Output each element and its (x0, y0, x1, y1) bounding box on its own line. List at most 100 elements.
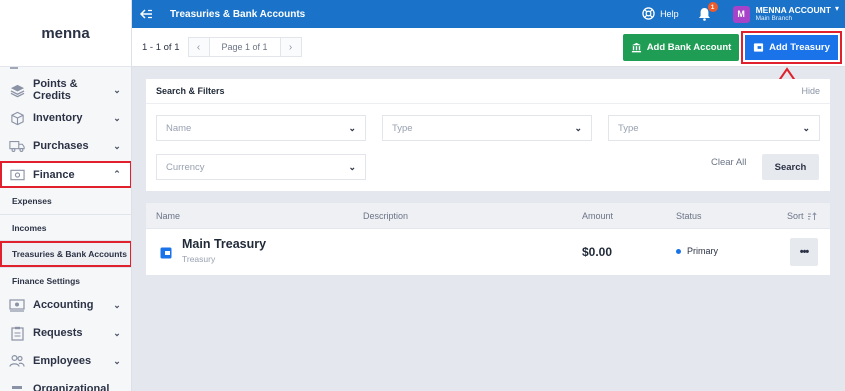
sidebar-item-finance[interactable]: Finance ⌃ (0, 161, 131, 188)
caret-down-icon[interactable]: ▾ (835, 4, 839, 13)
sort-button[interactable]: Sort (787, 211, 817, 221)
name-filter-select[interactable]: Name ⌄ (156, 115, 366, 141)
treasury-name[interactable]: Main Treasury (182, 237, 266, 251)
treasury-icon (160, 246, 172, 264)
lifebuoy-icon (642, 6, 655, 22)
help-button[interactable]: Help (642, 6, 679, 22)
toolbar: 1 - 1 of 1 ‹ Page 1 of 1 › Add Bank Acco… (132, 28, 845, 67)
collapse-sidebar-button[interactable] (132, 0, 160, 28)
sort-label: Sort (787, 211, 804, 221)
type-filter-placeholder: Type (618, 122, 639, 134)
status-badge: Primary (676, 246, 718, 256)
sidebar-item-purchases[interactable]: Purchases ⌄ (0, 132, 131, 160)
help-label: Help (660, 9, 679, 19)
clipboard-icon (8, 324, 26, 342)
sidebar-item-label: Inventory (33, 112, 83, 124)
table-row[interactable]: Main Treasury Treasury $0.00 Primary ••• (146, 229, 830, 275)
sidebar-subitem-treasuries[interactable]: Treasuries & Bank Accounts (0, 241, 131, 267)
add-treasury-button[interactable]: Add Treasury (741, 31, 842, 64)
topbar: Treasuries & Bank Accounts Help 1 M MENN… (132, 0, 845, 28)
chevron-up-icon: ⌃ (113, 169, 121, 179)
chevron-down-icon: ⌄ (113, 112, 121, 123)
column-name: Name (156, 211, 181, 221)
pagination: ‹ Page 1 of 1 › (187, 37, 302, 57)
next-page-button[interactable]: › (279, 37, 302, 57)
bank-icon (631, 42, 642, 53)
add-bank-account-button[interactable]: Add Bank Account (623, 34, 739, 61)
sidebar-item-inventory[interactable]: Inventory ⌄ (0, 104, 131, 132)
filters-title: Search & Filters (156, 86, 225, 96)
sidebar-item-label: Finance (33, 168, 75, 181)
type-filter-select[interactable]: Type ⌄ (382, 115, 592, 141)
sidebar-subitem-expenses[interactable]: Expenses (0, 188, 131, 214)
account-branch: Main Branch (755, 15, 793, 22)
column-description: Description (363, 211, 409, 221)
search-filters-panel: Search & Filters Hide Name ⌄ Type ⌄ Type… (146, 79, 830, 191)
sidebar-subitem-label: Treasuries & Bank Accounts (12, 249, 127, 259)
sidebar-item-employees[interactable]: Employees ⌄ (0, 347, 131, 375)
notification-count-badge: 1 (707, 2, 718, 12)
chevron-right-icon: › (288, 41, 293, 53)
sidebar: menna Points & Credits ⌄ Inventory ⌄ Pur… (0, 0, 132, 391)
status-label: Primary (687, 246, 718, 256)
people-icon (8, 352, 26, 370)
chevron-down-icon: ⌄ (113, 84, 121, 95)
sidebar-subitem-label: Finance Settings (12, 276, 81, 286)
money-icon (8, 296, 26, 314)
status-dot (676, 248, 681, 254)
more-icon: ••• (799, 246, 810, 258)
sidebar-scroll-stub (0, 67, 131, 75)
chevron-down-icon: ⌄ (113, 140, 121, 151)
more-actions-button[interactable]: ••• (790, 238, 818, 266)
sidebar-item-label: Accounting (33, 299, 94, 311)
chevron-down-icon: ⌄ (348, 161, 356, 172)
chevron-down-icon: ⌄ (348, 122, 356, 133)
prev-page-button[interactable]: ‹ (187, 37, 210, 57)
page-title: Treasuries & Bank Accounts (170, 8, 306, 20)
box-icon (8, 109, 26, 127)
add-treasury-label: Add Treasury (769, 42, 830, 53)
search-button[interactable]: Search (762, 154, 819, 180)
brand-name: menna (0, 0, 131, 67)
name-filter-placeholder: Name (166, 122, 192, 134)
notifications-button[interactable]: 1 (695, 2, 718, 24)
layers-icon (8, 81, 26, 99)
account-menu[interactable]: MENNA ACCOUNT Main Branch (756, 5, 831, 23)
results-range: 1 - 1 of 1 (142, 41, 180, 53)
table-header: Name Description Amount Status Sort (146, 203, 830, 228)
chevron-down-icon: ⌄ (113, 299, 121, 310)
chevron-down-icon: ⌄ (113, 355, 121, 366)
sidebar-item-points-credits[interactable]: Points & Credits ⌄ (0, 76, 131, 104)
sidebar-item-label: Employees (33, 355, 92, 367)
sidebar-subitem-label: Expenses (12, 196, 52, 206)
arrow-left-icon (139, 9, 152, 19)
hide-filters-link[interactable]: Hide (801, 86, 820, 96)
chevron-left-icon: ‹ (196, 41, 201, 53)
chevron-down-icon: ⌄ (113, 327, 121, 338)
cash-icon (8, 166, 26, 184)
avatar[interactable]: M (732, 5, 750, 23)
sidebar-item-label: Organizational (33, 383, 110, 391)
type-filter-select-2[interactable]: Type ⌄ (608, 115, 820, 141)
treasury-amount: $0.00 (582, 245, 613, 259)
sort-icon (807, 211, 817, 220)
sidebar-item-organizational[interactable]: Organizational (0, 375, 131, 391)
sidebar-subitem-label: Incomes (12, 223, 47, 233)
sidebar-item-accounting[interactable]: Accounting ⌄ (0, 291, 131, 319)
truck-icon (8, 137, 26, 155)
sidebar-item-label: Points & Credits (33, 78, 78, 102)
sidebar-item-label: Requests (33, 327, 83, 339)
column-status: Status (676, 211, 702, 221)
sidebar-subitem-incomes[interactable]: Incomes (0, 215, 131, 241)
clear-all-link[interactable]: Clear All (711, 157, 746, 168)
currency-filter-select[interactable]: Currency ⌄ (156, 154, 366, 180)
add-bank-account-label: Add Bank Account (646, 42, 732, 53)
page-indicator: Page 1 of 1 (209, 37, 280, 57)
column-amount: Amount (582, 211, 614, 221)
account-name: MENNA ACCOUNT (755, 5, 831, 15)
org-icon (8, 380, 26, 391)
treasury-type: Treasury (182, 254, 216, 264)
chevron-down-icon: ⌄ (574, 122, 582, 133)
chevron-down-icon: ⌄ (802, 122, 810, 133)
sidebar-item-requests[interactable]: Requests ⌄ (0, 319, 131, 347)
